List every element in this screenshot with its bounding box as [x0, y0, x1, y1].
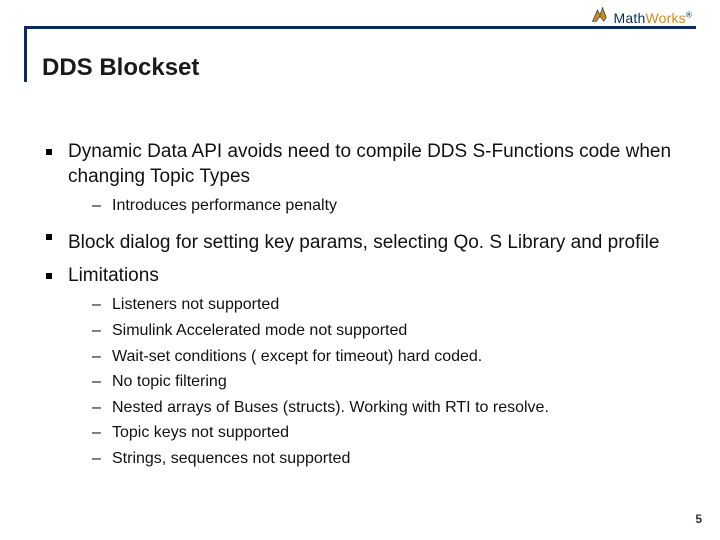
bullet-2: Block dialog for setting key params, sel… [42, 225, 686, 256]
bullet-list: Dynamic Data API avoids need to compile … [42, 140, 686, 470]
brand: MathWorks® [584, 0, 692, 26]
brand-name-prefix: Math [614, 10, 646, 26]
slide-title: DDS Blockset [42, 54, 199, 82]
mathworks-logo-icon [590, 5, 610, 25]
bullet-3-sublist: Listeners not supported Simulink Acceler… [92, 294, 686, 469]
bullet-3-sub-2: Simulink Accelerated mode not supported [92, 320, 686, 342]
bullet-1-sub-1: Introduces performance penalty [92, 195, 686, 217]
bullet-2-text: Block dialog for setting key params, sel… [68, 232, 659, 253]
bullet-3: Limitations Listeners not supported Simu… [42, 264, 686, 470]
header-rule [24, 26, 696, 29]
bullet-3-sub-7: Strings, sequences not supported [92, 448, 686, 470]
bullet-1-sublist: Introduces performance penalty [92, 195, 686, 217]
brand-name-suffix: Works [645, 10, 685, 26]
brand-name: MathWorks® [614, 10, 692, 26]
page-number: 5 [695, 512, 702, 526]
bullet-3-sub-4: No topic filtering [92, 371, 686, 393]
bullet-3-sub-1: Listeners not supported [92, 294, 686, 316]
slide-body: Dynamic Data API avoids need to compile … [42, 140, 686, 478]
brand-registered: ® [686, 10, 692, 19]
bullet-3-text: Limitations [68, 265, 159, 286]
bullet-3-sub-6: Topic keys not supported [92, 422, 686, 444]
header-left-accent [24, 26, 27, 82]
bullet-1: Dynamic Data API avoids need to compile … [42, 140, 686, 217]
bullet-3-sub-5: Nested arrays of Buses (structs). Workin… [92, 397, 686, 419]
bullet-3-sub-3: Wait-set conditions ( except for timeout… [92, 346, 686, 368]
bullet-1-text: Dynamic Data API avoids need to compile … [68, 141, 671, 187]
